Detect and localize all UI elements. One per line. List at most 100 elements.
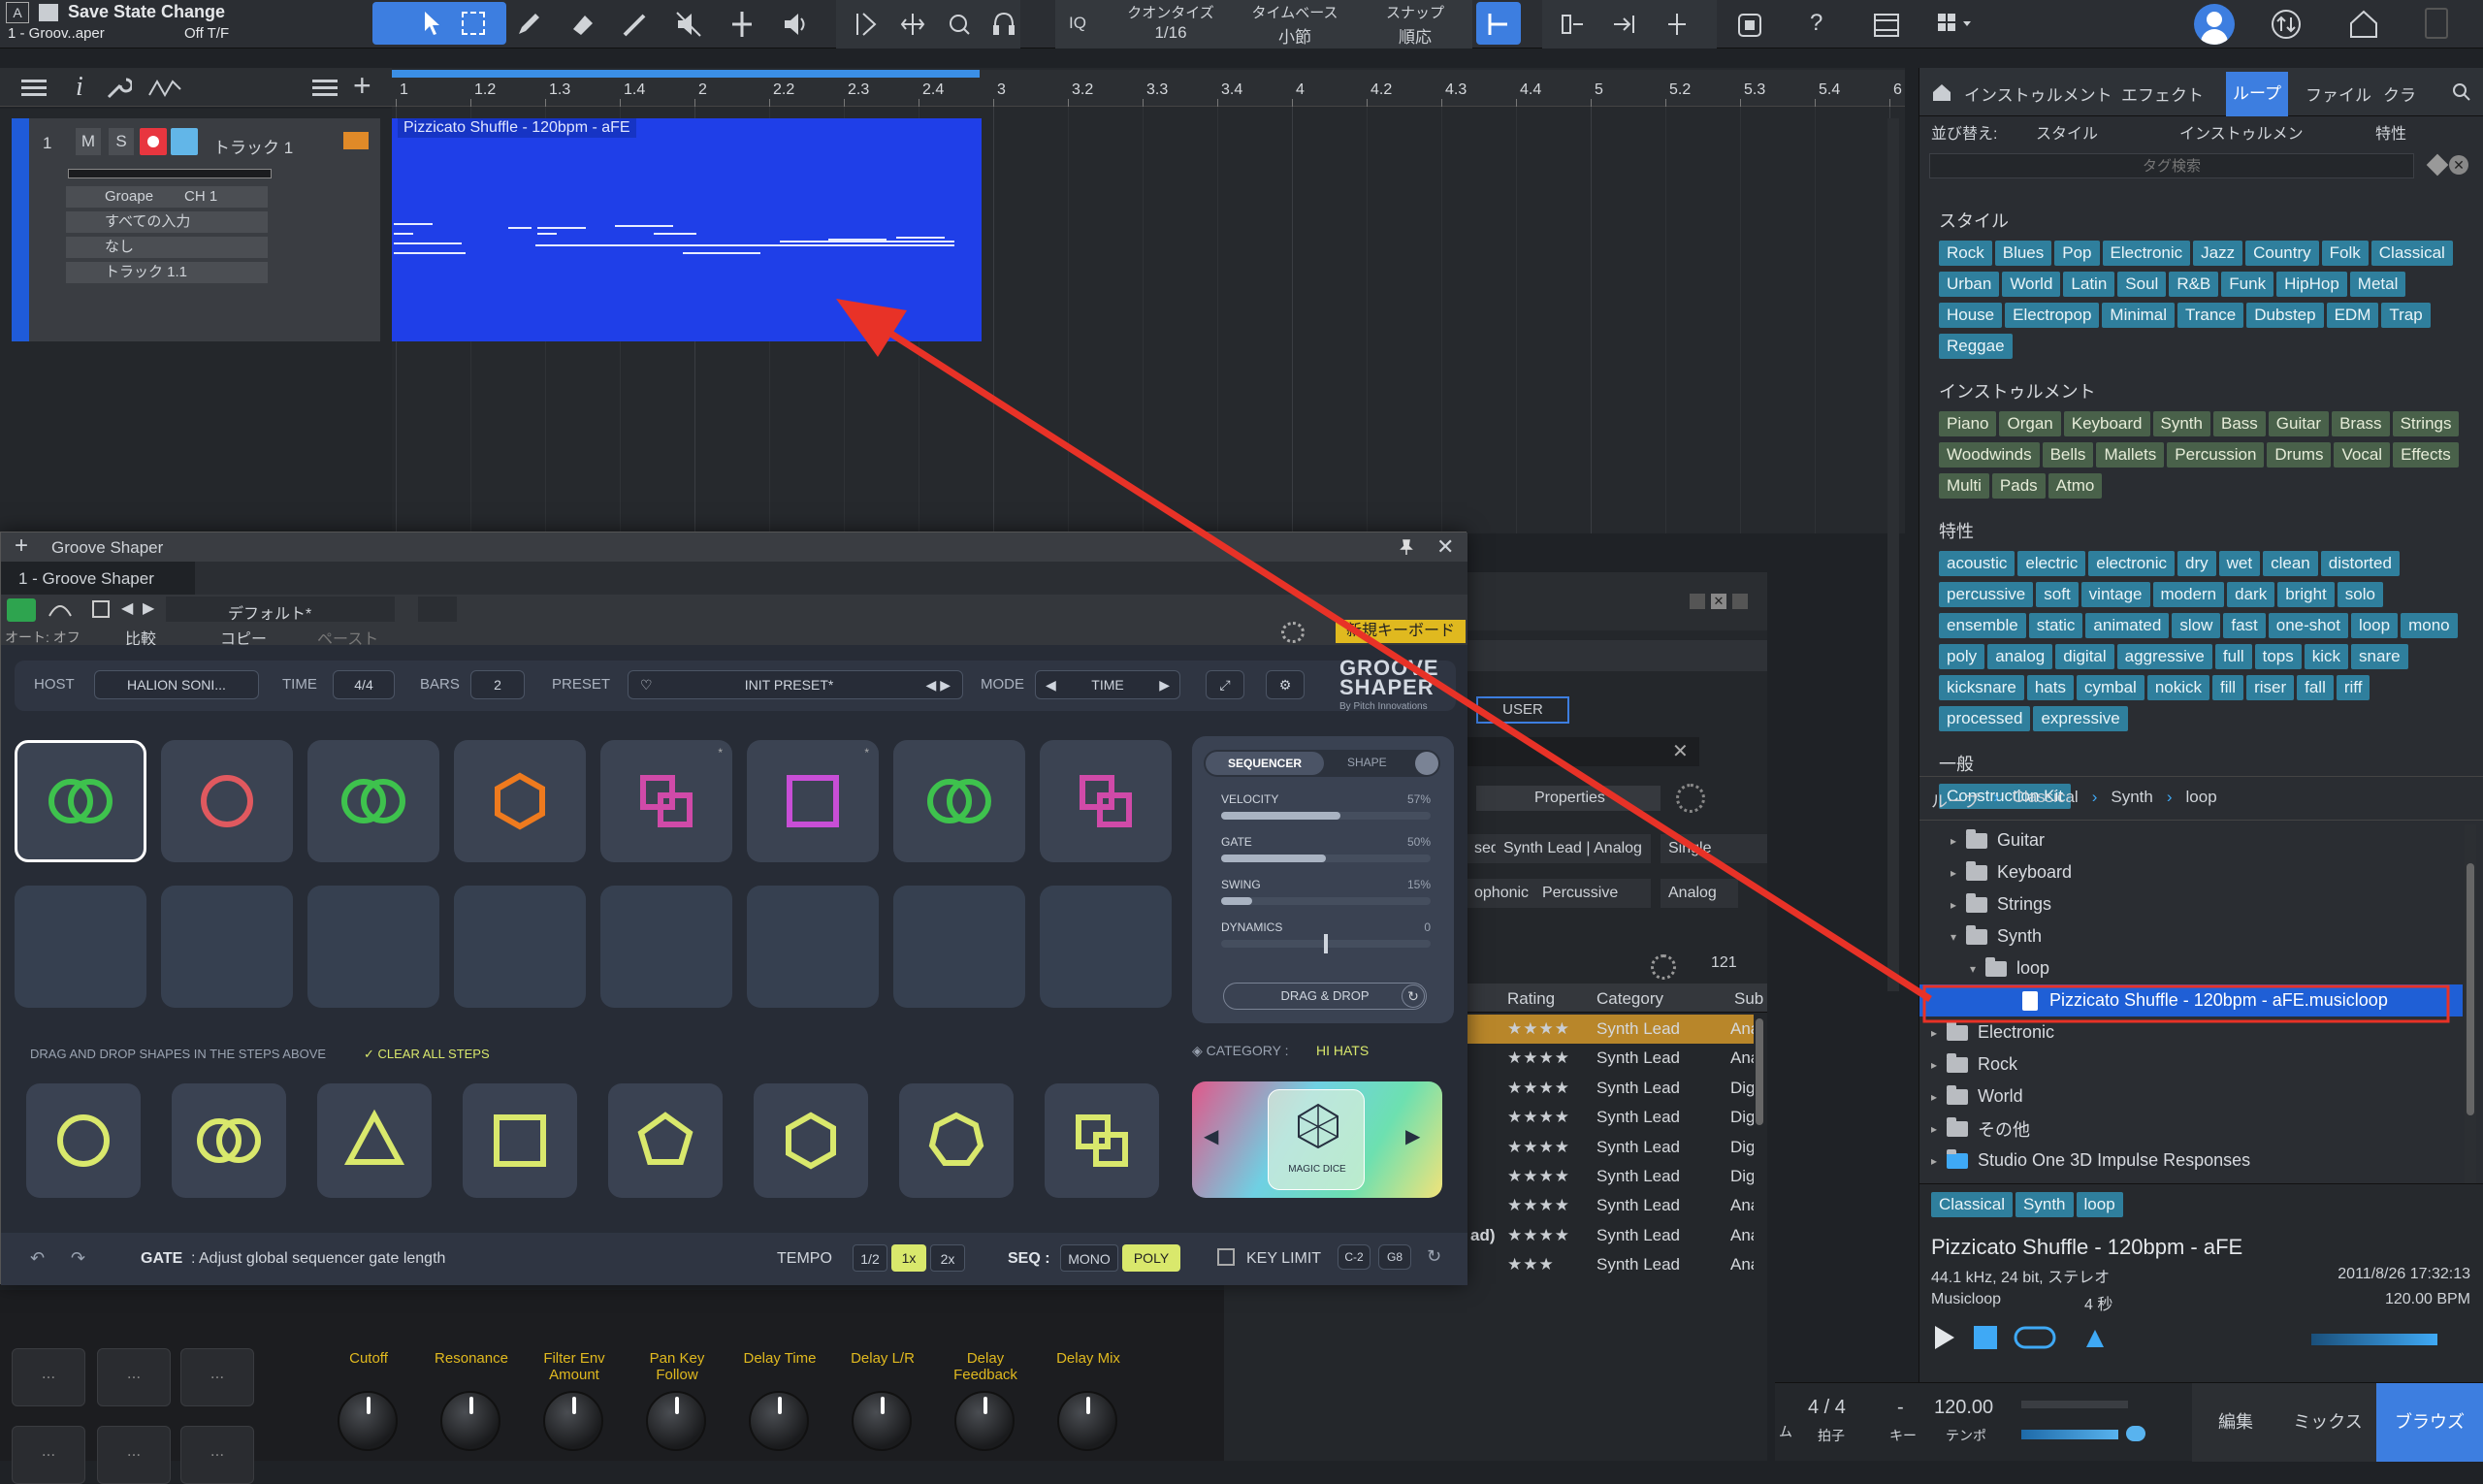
midi-clip[interactable]: Pizzicato Shuffle - 120bpm - aFE [392,118,982,341]
empty-step-pad[interactable] [454,886,586,1008]
preset-row[interactable]: ad) ★★★★ Synth Lead Ana [1467,1221,1754,1250]
stretch-icon[interactable] [900,12,925,37]
tree-row-selected[interactable]: Pizzicato Shuffle - 120bpm - aFE.musiclo… [1919,984,2463,1016]
character-tag[interactable]: electronic [2088,551,2175,576]
empty-step-pad[interactable] [1040,886,1172,1008]
home-icon[interactable] [2347,8,2380,41]
breadcrumb-item[interactable]: ループ [1931,788,1980,812]
tab-loops[interactable]: ループ [2226,72,2288,116]
snap-value[interactable]: 順応 [1362,23,1468,48]
pencil-tool-icon[interactable] [514,10,543,39]
shape-hexagon[interactable] [754,1083,868,1198]
tempo-option[interactable]: 2x [930,1244,965,1272]
mode-prev-icon[interactable]: ◀ [1046,677,1056,694]
clear-icon[interactable]: ✕ [2449,155,2468,175]
tab-effects[interactable]: エフェクト [2121,81,2204,106]
style-tag[interactable]: Jazz [2193,241,2243,266]
breadcrumb-item[interactable]: Synth [2111,788,2152,812]
middle-tag[interactable]: Percussive [1534,879,1651,908]
expand-arrow-icon[interactable]: ▸ [1951,866,1966,880]
bend-icon[interactable] [854,12,879,37]
character-tag[interactable]: wet [2218,551,2261,576]
new-keyboard-button[interactable]: 新規キーボード [1336,620,1466,643]
style-tag[interactable]: Dubstep [2246,303,2324,328]
character-tag[interactable]: modern [2152,582,2225,607]
instrument-tag[interactable]: Vocal [2334,442,2391,468]
gs-preset-select[interactable]: ♡ INIT PRESET* ◀ ▶ [628,670,963,699]
track-row[interactable]: 1 M S トラック 1 Groape CH 1 すべての入力 なし トラック … [12,118,380,341]
style-tag[interactable]: Minimal [2102,303,2175,328]
headphone-icon[interactable] [991,10,1016,39]
mute-button[interactable]: M [76,128,101,155]
wrench-icon[interactable] [105,76,132,101]
panel-expand-icon[interactable] [1732,594,1748,609]
info-icon[interactable]: i [76,72,83,103]
instrument-tag[interactable]: Multi [1939,473,1989,499]
properties-select[interactable]: Properties [1476,786,1661,811]
instrument-tag[interactable]: Bass [2213,411,2266,436]
character-tag[interactable]: processed [1939,706,2031,731]
instrument-tag[interactable]: Bells [2042,442,2094,468]
bars-select[interactable]: 2 [470,670,525,699]
pad-button[interactable]: ... [12,1426,85,1484]
magic-dice-button[interactable]: MAGIC DICE [1268,1089,1365,1190]
tab-shape[interactable]: SHAPE [1347,756,1387,769]
gs-settings-icon[interactable]: ⚙ [1266,670,1305,699]
listen-tool-icon[interactable] [781,10,810,39]
mode-next-icon[interactable]: ▶ [1159,677,1170,694]
character-tag[interactable]: fall [2297,675,2334,700]
square-step-pad[interactable]: * [747,740,879,862]
shape-squares[interactable] [1045,1083,1159,1198]
knob[interactable] [543,1391,603,1451]
empty-step-pad[interactable] [600,886,732,1008]
preset-prev-icon[interactable]: ◀ [121,598,133,618]
tree-row[interactable]: ▾ Synth [1919,920,2463,952]
param-handle[interactable] [1324,934,1328,953]
channel-label[interactable]: CH 1 [184,188,217,205]
settings-gear-icon[interactable] [1676,784,1705,813]
character-tag[interactable]: dry [2177,551,2216,576]
menu-icon[interactable] [21,80,47,82]
pad-button[interactable]: ... [97,1348,171,1406]
tree-row[interactable]: ▸ Studio One 3D Impulse Responses [1919,1145,2463,1177]
character-tag[interactable]: digital [2055,644,2114,669]
loop-range[interactable] [392,70,980,78]
tempo-option[interactable]: 1/2 [853,1244,887,1272]
knob[interactable] [338,1391,398,1451]
play-icon[interactable] [1931,1324,1956,1351]
seq-option[interactable]: MONO [1060,1244,1118,1272]
arrow-tool-icon[interactable] [421,10,444,37]
output-select[interactable]: なし [66,237,268,258]
key-reset-icon[interactable]: ↻ [1427,1246,1441,1267]
project-subtitle-2[interactable]: Off T/F [184,25,229,42]
key-value[interactable]: - [1897,1397,1904,1419]
tag-search-input[interactable] [1929,153,2414,178]
style-tag[interactable]: Reggae [1939,334,2013,359]
loop-start-icon[interactable] [1560,12,1585,37]
character-tag[interactable]: electric [2017,551,2086,576]
pin-icon[interactable] [1398,538,1415,556]
character-tag[interactable]: riser [2246,675,2295,700]
volume-slider[interactable] [68,169,272,178]
col-sub[interactable]: Sub [1734,989,1763,1009]
middle-tag[interactable]: Single [1661,834,1767,863]
stop-icon[interactable] [1974,1326,1997,1349]
track-name[interactable]: トラック 1 [213,134,293,158]
tempo-value[interactable]: 120.00 [1934,1397,1993,1419]
character-tag[interactable]: tops [2254,644,2302,669]
quantize-value[interactable]: 1/16 [1117,23,1224,43]
empty-step-pad[interactable] [893,886,1025,1008]
automation-read-icon[interactable] [48,600,73,620]
preset-row[interactable]: ★★★ Synth Lead Ana [1467,1250,1754,1279]
character-tag[interactable]: hats [2026,675,2074,700]
mute-tool-icon[interactable] [674,10,703,39]
shape-double[interactable] [172,1083,286,1198]
iq-label[interactable]: IQ [1069,14,1086,33]
expand-arrow-icon[interactable]: ▸ [1931,1058,1947,1072]
style-tag[interactable]: Funk [2221,272,2274,297]
preset-row[interactable]: ★★★★ Synth Lead Ana [1467,1015,1754,1044]
squares-step-pad[interactable] [1040,740,1172,862]
instrument-tag[interactable]: Synth [2152,411,2210,436]
expand-arrow-icon[interactable]: ▸ [1931,1122,1947,1136]
style-tag[interactable]: Latin [2063,272,2115,297]
